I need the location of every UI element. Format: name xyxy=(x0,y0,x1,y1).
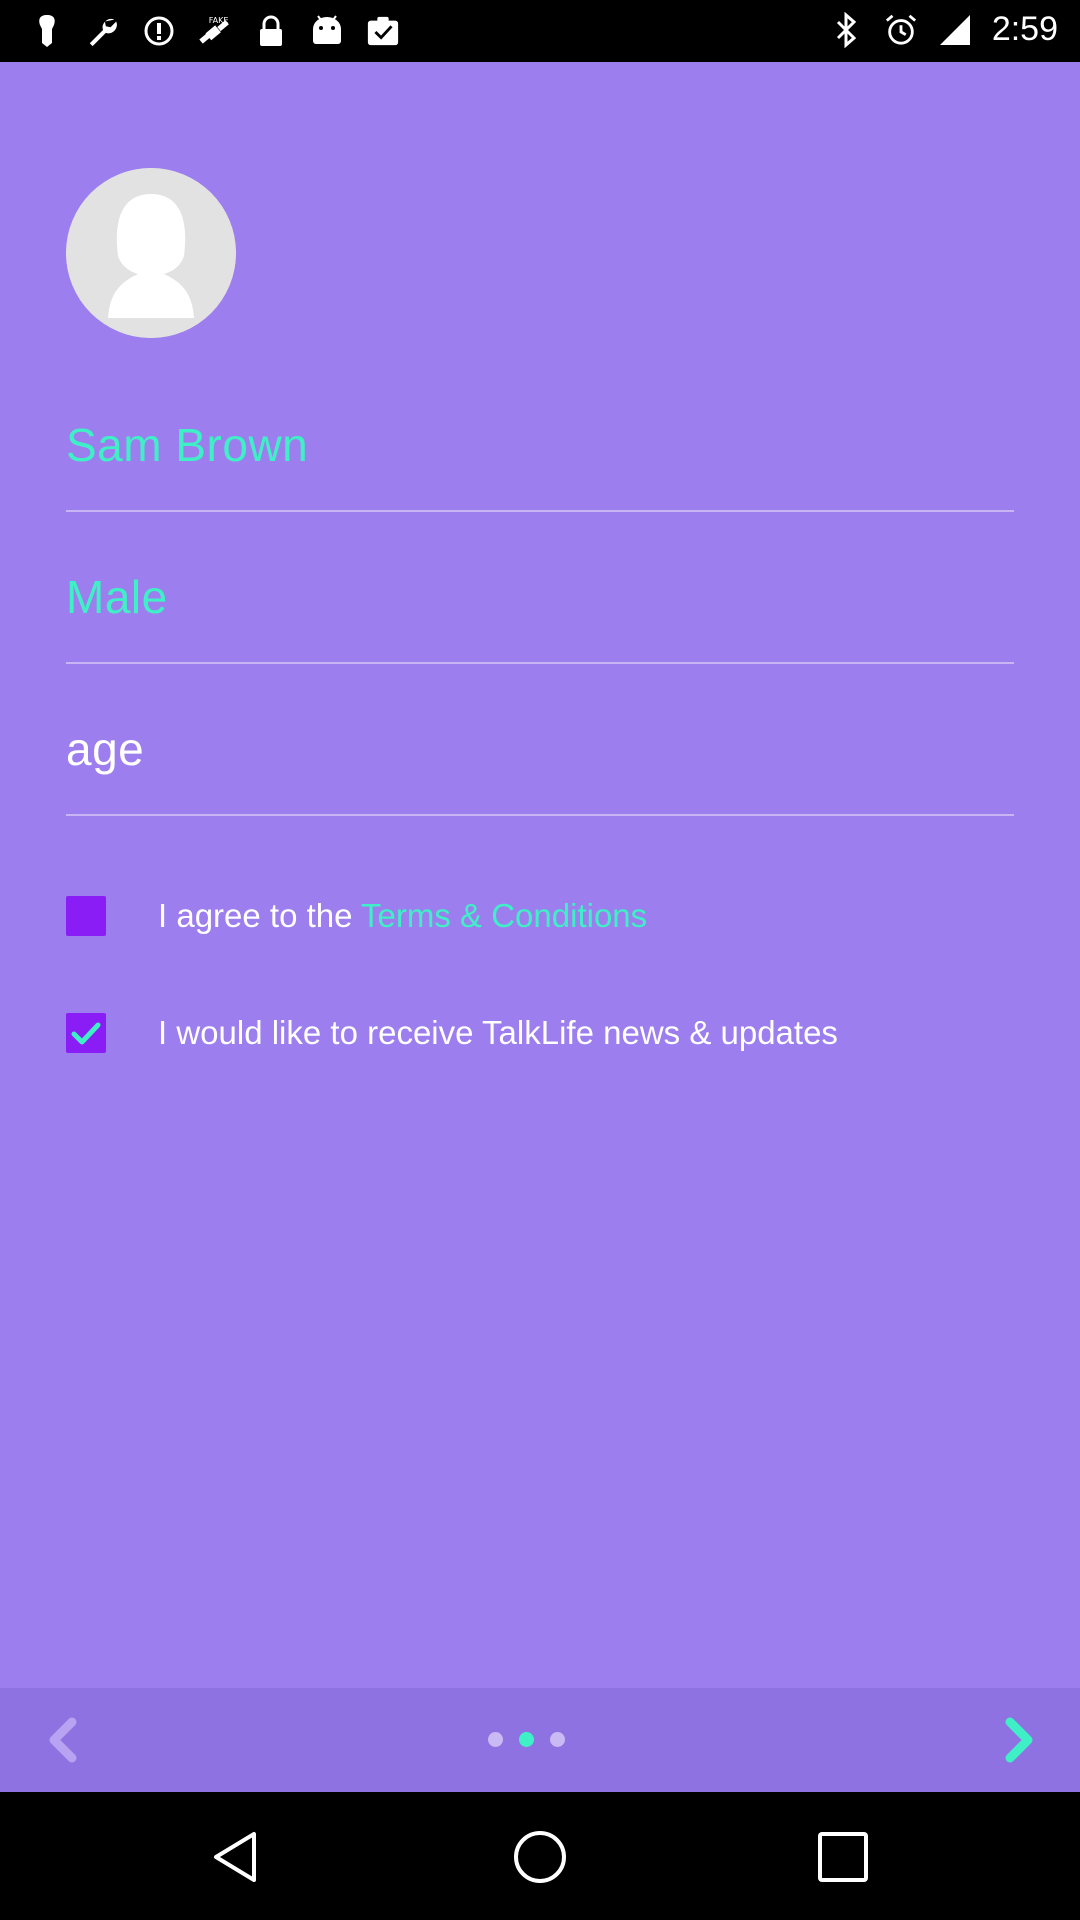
checkmark-icon xyxy=(71,1022,101,1045)
page-dot xyxy=(550,1732,565,1747)
system-nav-bar xyxy=(0,1794,1080,1920)
chevron-right-icon[interactable] xyxy=(994,1714,1042,1766)
gender-value: Male xyxy=(66,571,168,623)
status-bar: FAKE 2:59 xyxy=(0,0,1080,62)
default-avatar-icon[interactable] xyxy=(66,168,236,338)
android-icon xyxy=(310,12,344,50)
terms-checkbox[interactable] xyxy=(66,896,106,936)
signal-icon xyxy=(938,11,972,49)
name-field[interactable]: Sam Brown xyxy=(66,358,1014,512)
notification-pin-icon xyxy=(30,12,64,50)
home-circle-icon[interactable] xyxy=(511,1828,569,1886)
age-field[interactable]: age xyxy=(66,662,1014,816)
back-triangle-icon[interactable] xyxy=(208,1828,266,1886)
status-time: 2:59 xyxy=(991,10,1058,48)
status-right-icons: 2:59 xyxy=(830,10,1058,49)
lock-icon xyxy=(254,12,288,50)
fake-gps-icon: FAKE xyxy=(198,12,232,50)
info-icon xyxy=(142,12,176,50)
page-dot xyxy=(488,1732,503,1747)
page-indicator xyxy=(488,1732,565,1747)
profile-setup-screen: Sam Brown Male age I agree to the Terms … xyxy=(0,62,1080,1792)
page-dot-active xyxy=(519,1732,534,1747)
gender-field[interactable]: Male xyxy=(66,510,1014,664)
name-value: Sam Brown xyxy=(66,419,309,471)
newsletter-row: I would like to receive TalkLife news & … xyxy=(66,1013,838,1053)
newsletter-checkbox[interactable] xyxy=(66,1013,106,1053)
status-left-icons: FAKE xyxy=(30,12,400,50)
recents-square-icon[interactable] xyxy=(814,1828,872,1886)
terms-label: I agree to the Terms & Conditions xyxy=(158,897,647,935)
age-placeholder: age xyxy=(66,723,145,775)
terms-link[interactable]: Terms & Conditions xyxy=(361,897,647,934)
chevron-left-icon[interactable] xyxy=(40,1714,88,1766)
alarm-icon xyxy=(884,11,918,49)
clipboard-check-icon xyxy=(366,12,400,50)
terms-row: I agree to the Terms & Conditions xyxy=(66,896,647,936)
bluetooth-icon xyxy=(830,11,864,49)
wrench-icon xyxy=(86,12,120,50)
terms-label-prefix: I agree to the xyxy=(158,897,362,934)
pager-bar xyxy=(0,1688,1080,1792)
newsletter-label: I would like to receive TalkLife news & … xyxy=(158,1014,838,1051)
